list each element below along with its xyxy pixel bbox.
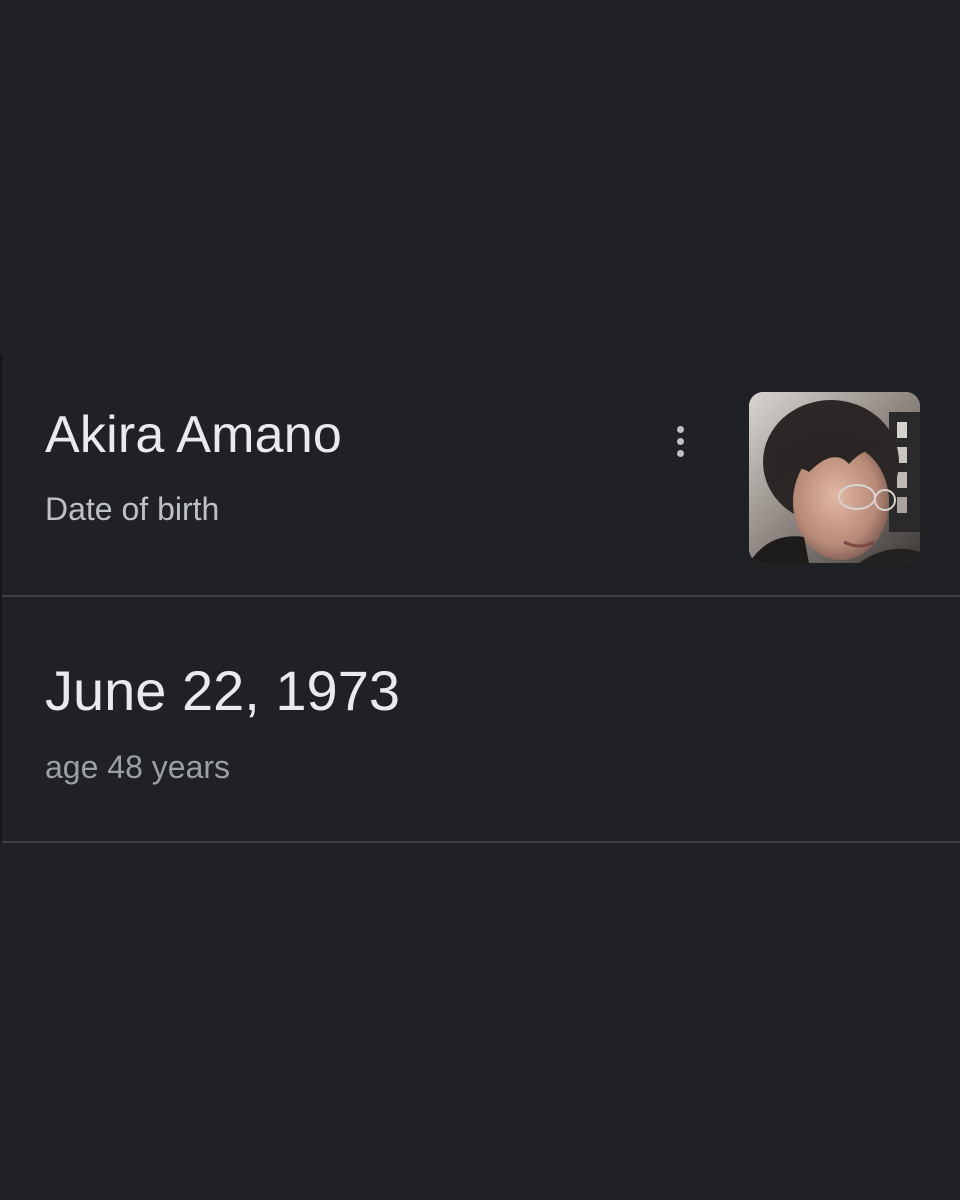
answer-section: June 22, 1973 age 48 years [2, 597, 960, 843]
entity-thumbnail[interactable] [749, 392, 920, 563]
entity-name[interactable]: Akira Amano [45, 405, 342, 465]
date-of-birth-value: June 22, 1973 [45, 659, 400, 722]
age-detail: age 48 years [45, 749, 231, 785]
person-photo [749, 392, 920, 563]
attribute-label: Date of birth [45, 491, 220, 527]
more-vert-icon [676, 425, 684, 433]
card-header: Akira Amano Date of birth [2, 355, 960, 597]
knowledge-answer-card: Akira Amano Date of birth June 22, 1973 … [0, 355, 960, 843]
blank-top-area [0, 0, 960, 355]
more-options-button[interactable] [662, 417, 698, 465]
